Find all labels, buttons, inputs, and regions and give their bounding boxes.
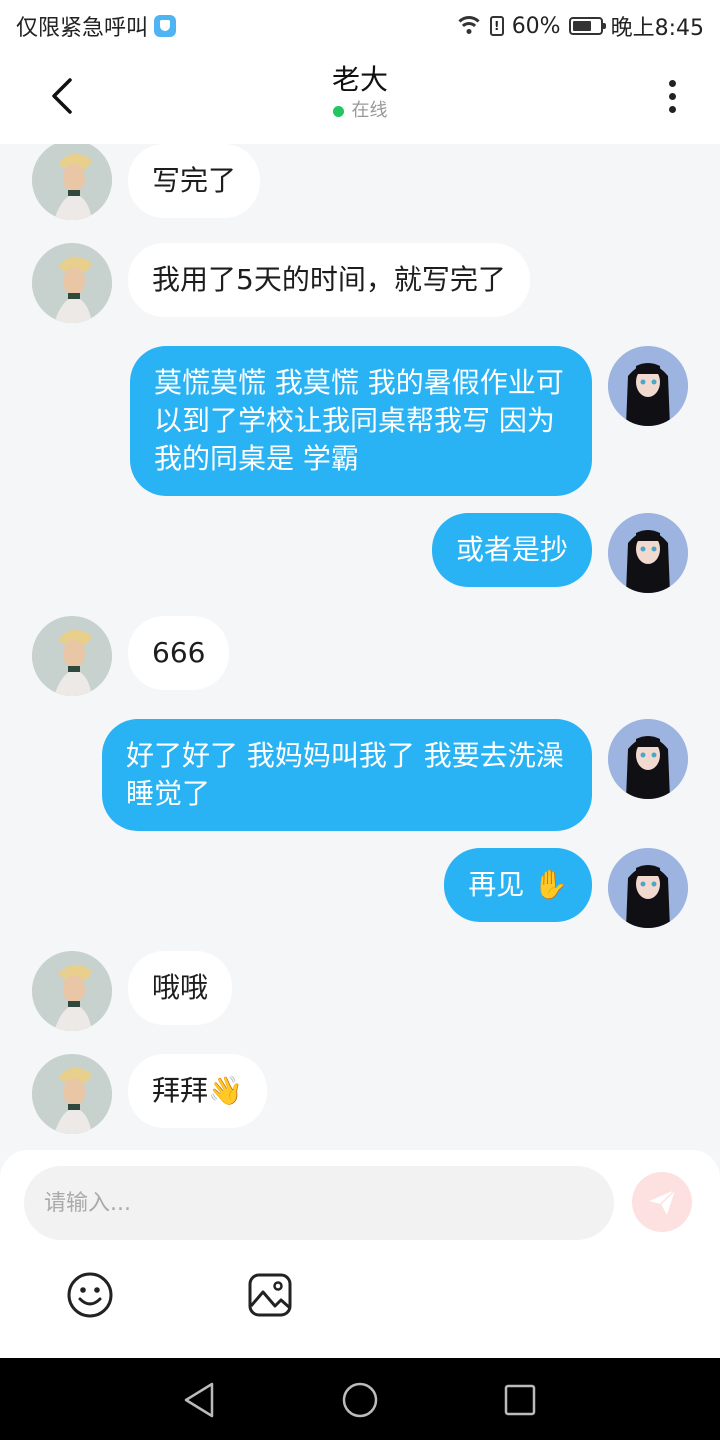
- more-options-button[interactable]: [652, 72, 692, 120]
- emoji-button[interactable]: [65, 1270, 115, 1320]
- shield-icon: [154, 15, 177, 37]
- system-nav-bar: [0, 1358, 720, 1440]
- contact-name: 老大: [331, 63, 388, 96]
- wifi-icon: [453, 16, 484, 36]
- carrier-text: 仅限紧急呼叫: [16, 16, 149, 41]
- send-icon: [649, 1189, 676, 1215]
- chat-header: 老大 在线: [0, 50, 720, 144]
- more-dots-icon: [668, 79, 676, 87]
- circle-home-icon: [342, 1382, 378, 1418]
- contact-avatar[interactable]: [32, 243, 112, 323]
- message-bubble[interactable]: 写完了: [128, 144, 261, 218]
- message-bubble[interactable]: 再见 ✋: [444, 848, 592, 922]
- contact-avatar[interactable]: [32, 616, 112, 696]
- message-bubble[interactable]: 或者是抄: [431, 513, 592, 587]
- message-bubble[interactable]: 哦哦: [128, 951, 233, 1025]
- user-avatar[interactable]: [608, 719, 688, 799]
- clock: 晚上8:45: [610, 16, 704, 41]
- sim-icon: !: [489, 16, 504, 36]
- input-panel: [0, 1150, 720, 1358]
- message-bubble[interactable]: 莫慌莫慌 我莫慌 我的暑假作业可以到了学校让我同桌帮我写 因为我的同桌是 学霸: [130, 346, 592, 496]
- send-button[interactable]: [632, 1172, 692, 1232]
- battery-icon: [568, 17, 606, 35]
- message-bubble[interactable]: 666: [128, 616, 230, 690]
- online-status-label: 在线: [351, 100, 388, 121]
- smiley-icon: [67, 1272, 113, 1318]
- nav-recent-button[interactable]: [498, 1378, 542, 1422]
- user-avatar[interactable]: [608, 346, 688, 426]
- message-bubble[interactable]: 我用了5天的时间，就写完了: [128, 243, 530, 317]
- image-button[interactable]: [245, 1270, 295, 1320]
- triangle-back-icon: [184, 1382, 214, 1418]
- image-icon: [248, 1273, 292, 1317]
- online-dot-icon: [332, 105, 344, 117]
- square-recent-icon: [504, 1384, 536, 1416]
- nav-home-button[interactable]: [338, 1378, 382, 1422]
- user-avatar[interactable]: [608, 848, 688, 928]
- online-status: 在线: [332, 98, 388, 124]
- status-bar: 仅限紧急呼叫 ! 60% 晚上8:45: [0, 0, 720, 50]
- message-bubble[interactable]: 好了好了 我妈妈叫我了 我要去洗澡睡觉了: [102, 719, 592, 831]
- user-avatar[interactable]: [608, 513, 688, 593]
- message-list[interactable]: 写完了 我用了5天的时间，就写完了 莫慌莫慌 我莫慌 我的暑假作业可以到了学校让…: [0, 144, 720, 1150]
- contact-avatar[interactable]: [32, 951, 112, 1031]
- contact-avatar[interactable]: [32, 144, 112, 220]
- battery-percent: 60%: [511, 13, 561, 39]
- message-bubble[interactable]: 拜拜👋: [128, 1054, 267, 1128]
- contact-avatar[interactable]: [32, 1054, 112, 1134]
- message-input[interactable]: [24, 1166, 614, 1240]
- nav-back-button[interactable]: [178, 1378, 222, 1422]
